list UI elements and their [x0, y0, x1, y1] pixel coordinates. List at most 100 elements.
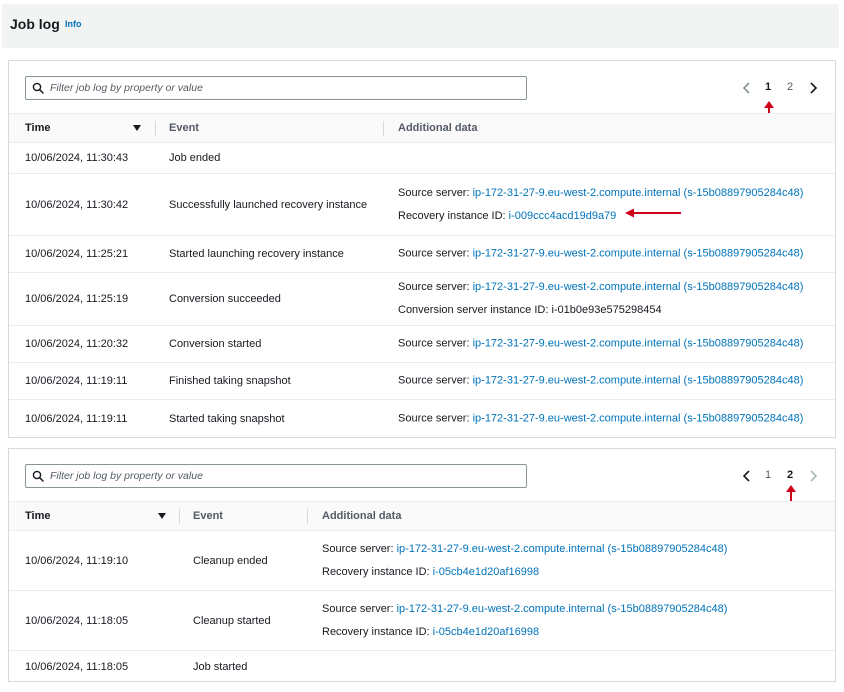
event-cell: Conversion succeeded — [169, 293, 281, 305]
event-cell: Job started — [193, 660, 248, 673]
time-cell: 10/06/2024, 11:25:21 — [25, 248, 129, 260]
column-divider[interactable] — [383, 121, 384, 136]
additional-data-line: Source server: ip-172-31-27-9.eu-west-2.… — [398, 243, 803, 266]
additional-data-label: Recovery instance ID: — [322, 565, 433, 578]
search-icon — [32, 82, 44, 94]
additional-data-line: Source server: ip-172-31-27-9.eu-west-2.… — [398, 407, 803, 430]
additional-data-line: Source server: ip-172-31-27-9.eu-west-2.… — [398, 370, 803, 393]
page-2-button[interactable]: 2 — [787, 469, 793, 481]
resource-link[interactable]: ip-172-31-27-9.eu-west-2.compute.interna… — [473, 375, 804, 387]
table-row: 10/06/2024, 11:30:42 Successfully launche… — [9, 174, 835, 236]
additional-data-cell: Source server: ip-172-31-27-9.eu-west-2.… — [398, 182, 803, 228]
additional-data-cell: Source server: ip-172-31-27-9.eu-west-2.… — [398, 243, 803, 266]
pagination: 1 2 — [741, 77, 821, 99]
page-header: Job log Info — [2, 4, 839, 48]
additional-data-label: Recovery instance ID: — [322, 625, 433, 638]
additional-data-label: Source server: — [398, 186, 473, 199]
additional-data-line: Source server: ip-172-31-27-9.eu-west-2.… — [322, 598, 727, 621]
chevron-right-icon[interactable] — [807, 81, 819, 95]
additional-data-label: Conversion server instance ID: — [398, 304, 552, 316]
search-icon — [32, 470, 44, 482]
time-cell: 10/06/2024, 11:18:05 — [25, 660, 129, 673]
additional-data-cell: Source server: ip-172-31-27-9.eu-west-2.… — [322, 598, 727, 644]
resource-link[interactable]: ip-172-31-27-9.eu-west-2.compute.interna… — [397, 603, 728, 615]
table-row: 10/06/2024, 11:18:05 Cleanup started Sourc… — [9, 591, 835, 651]
additional-data-label: Source server: — [398, 412, 473, 424]
time-cell: 10/06/2024, 11:18:05 — [25, 614, 129, 627]
additional-data-line: Source server: ip-172-31-27-9.eu-west-2.… — [322, 538, 727, 561]
column-divider[interactable] — [307, 509, 308, 524]
time-cell: 10/06/2024, 11:30:43 — [25, 152, 129, 164]
resource-link[interactable]: ip-172-31-27-9.eu-west-2.compute.interna… — [473, 187, 804, 199]
info-link[interactable]: Info — [65, 19, 82, 29]
column-header-time[interactable]: Time — [25, 510, 50, 522]
table-row: 10/06/2024, 11:19:11 Started taking snaps… — [9, 400, 835, 437]
page-title: Job log — [10, 16, 60, 32]
additional-data-line: Source server: ip-172-31-27-9.eu-west-2.… — [398, 182, 803, 205]
filter-search-box[interactable] — [25, 464, 527, 488]
column-divider[interactable] — [179, 509, 180, 524]
table-row: 10/06/2024, 11:19:10 Cleanup ended Source … — [9, 531, 835, 591]
sort-descending-icon[interactable] — [133, 125, 141, 131]
additional-data-line: Conversion server instance ID: i-01b0e93… — [398, 299, 803, 322]
column-header-time[interactable]: Time — [25, 122, 50, 134]
table-row: 10/06/2024, 11:25:21 Started launching re… — [9, 236, 835, 273]
resource-link[interactable]: ip-172-31-27-9.eu-west-2.compute.interna… — [473, 248, 804, 260]
table-header: Time Event Additional data — [9, 113, 835, 143]
time-cell: 10/06/2024, 11:19:11 — [25, 375, 128, 387]
column-header-additional-data: Additional data — [322, 510, 402, 522]
chevron-left-icon[interactable] — [741, 469, 753, 483]
additional-data-line: Recovery instance ID: i-009ccc4acd19d9a7… — [398, 205, 803, 228]
column-header-event[interactable]: Event — [169, 122, 199, 134]
time-cell: 10/06/2024, 11:25:19 — [25, 293, 129, 305]
job-log-table-page-2: 1 2 Time Event Additional data 10/06/202… — [8, 448, 836, 682]
table-row: 10/06/2024, 11:19:11 Finished taking snap… — [9, 363, 835, 400]
table-row: 10/06/2024, 11:18:05 Job started — [9, 651, 835, 682]
resource-link[interactable]: ip-172-31-27-9.eu-west-2.compute.interna… — [397, 543, 728, 555]
additional-data-cell: Source server: ip-172-31-27-9.eu-west-2.… — [398, 333, 803, 356]
additional-data-cell: Source server: ip-172-31-27-9.eu-west-2.… — [398, 370, 803, 393]
page-1-button[interactable]: 1 — [765, 469, 771, 481]
job-log-table-page-1: 1 2 Time Event Additional data 10/06/202… — [8, 60, 836, 438]
additional-data-line: Source server: ip-172-31-27-9.eu-west-2.… — [398, 333, 803, 356]
resource-link[interactable]: ip-172-31-27-9.eu-west-2.compute.interna… — [473, 338, 804, 350]
filter-search-box[interactable] — [25, 76, 527, 100]
additional-data-line: Recovery instance ID: i-05cb4e1d20af1699… — [322, 621, 727, 644]
additional-data-cell: Source server: ip-172-31-27-9.eu-west-2.… — [322, 538, 727, 584]
page-1-button[interactable]: 1 — [765, 81, 771, 93]
chevron-left-icon[interactable] — [741, 81, 753, 95]
time-cell: 10/06/2024, 11:20:32 — [25, 338, 129, 350]
additional-data-cell: Source server: ip-172-31-27-9.eu-west-2.… — [398, 407, 803, 430]
additional-data-cell: Source server: ip-172-31-27-9.eu-west-2.… — [398, 276, 803, 322]
page-2-button[interactable]: 2 — [787, 81, 793, 93]
additional-data-label: Recovery instance ID: — [398, 209, 509, 222]
event-cell: Cleanup started — [193, 614, 271, 627]
column-header-event[interactable]: Event — [193, 510, 223, 522]
table-row: 10/06/2024, 11:25:19 Conversion succeeded… — [9, 273, 835, 326]
additional-data-label: Source server: — [398, 281, 473, 293]
table-row: 10/06/2024, 11:30:43 Job ended — [9, 143, 835, 174]
resource-link[interactable]: i-05cb4e1d20af16998 — [433, 566, 539, 578]
column-divider[interactable] — [155, 121, 156, 136]
event-cell: Started taking snapshot — [169, 412, 285, 425]
additional-data-label: Source server: — [322, 542, 397, 555]
filter-search-input[interactable] — [50, 468, 520, 484]
additional-data-label: Source server: — [398, 247, 473, 260]
event-cell: Successfully launched recovery instance — [169, 198, 368, 211]
sort-descending-icon[interactable] — [158, 513, 166, 519]
additional-data-label: Source server: — [398, 337, 473, 350]
time-cell: 10/06/2024, 11:30:42 — [25, 198, 129, 211]
resource-link[interactable]: i-009ccc4acd19d9a79 — [509, 210, 617, 222]
event-cell: Conversion started — [169, 338, 262, 350]
chevron-right-icon[interactable] — [807, 469, 819, 483]
additional-data-label: Source server: — [322, 602, 397, 615]
column-header-additional-data: Additional data — [398, 122, 478, 134]
resource-link[interactable]: ip-172-31-27-9.eu-west-2.compute.interna… — [473, 281, 804, 293]
resource-id-text: i-01b0e93e575298454 — [551, 304, 662, 316]
resource-link[interactable]: i-05cb4e1d20af16998 — [433, 626, 539, 638]
pagination: 1 2 — [741, 465, 821, 487]
additional-data-line: Source server: ip-172-31-27-9.eu-west-2.… — [398, 276, 803, 299]
time-cell: 10/06/2024, 11:19:10 — [25, 554, 129, 567]
filter-search-input[interactable] — [50, 80, 520, 96]
resource-link[interactable]: ip-172-31-27-9.eu-west-2.compute.interna… — [473, 412, 804, 424]
